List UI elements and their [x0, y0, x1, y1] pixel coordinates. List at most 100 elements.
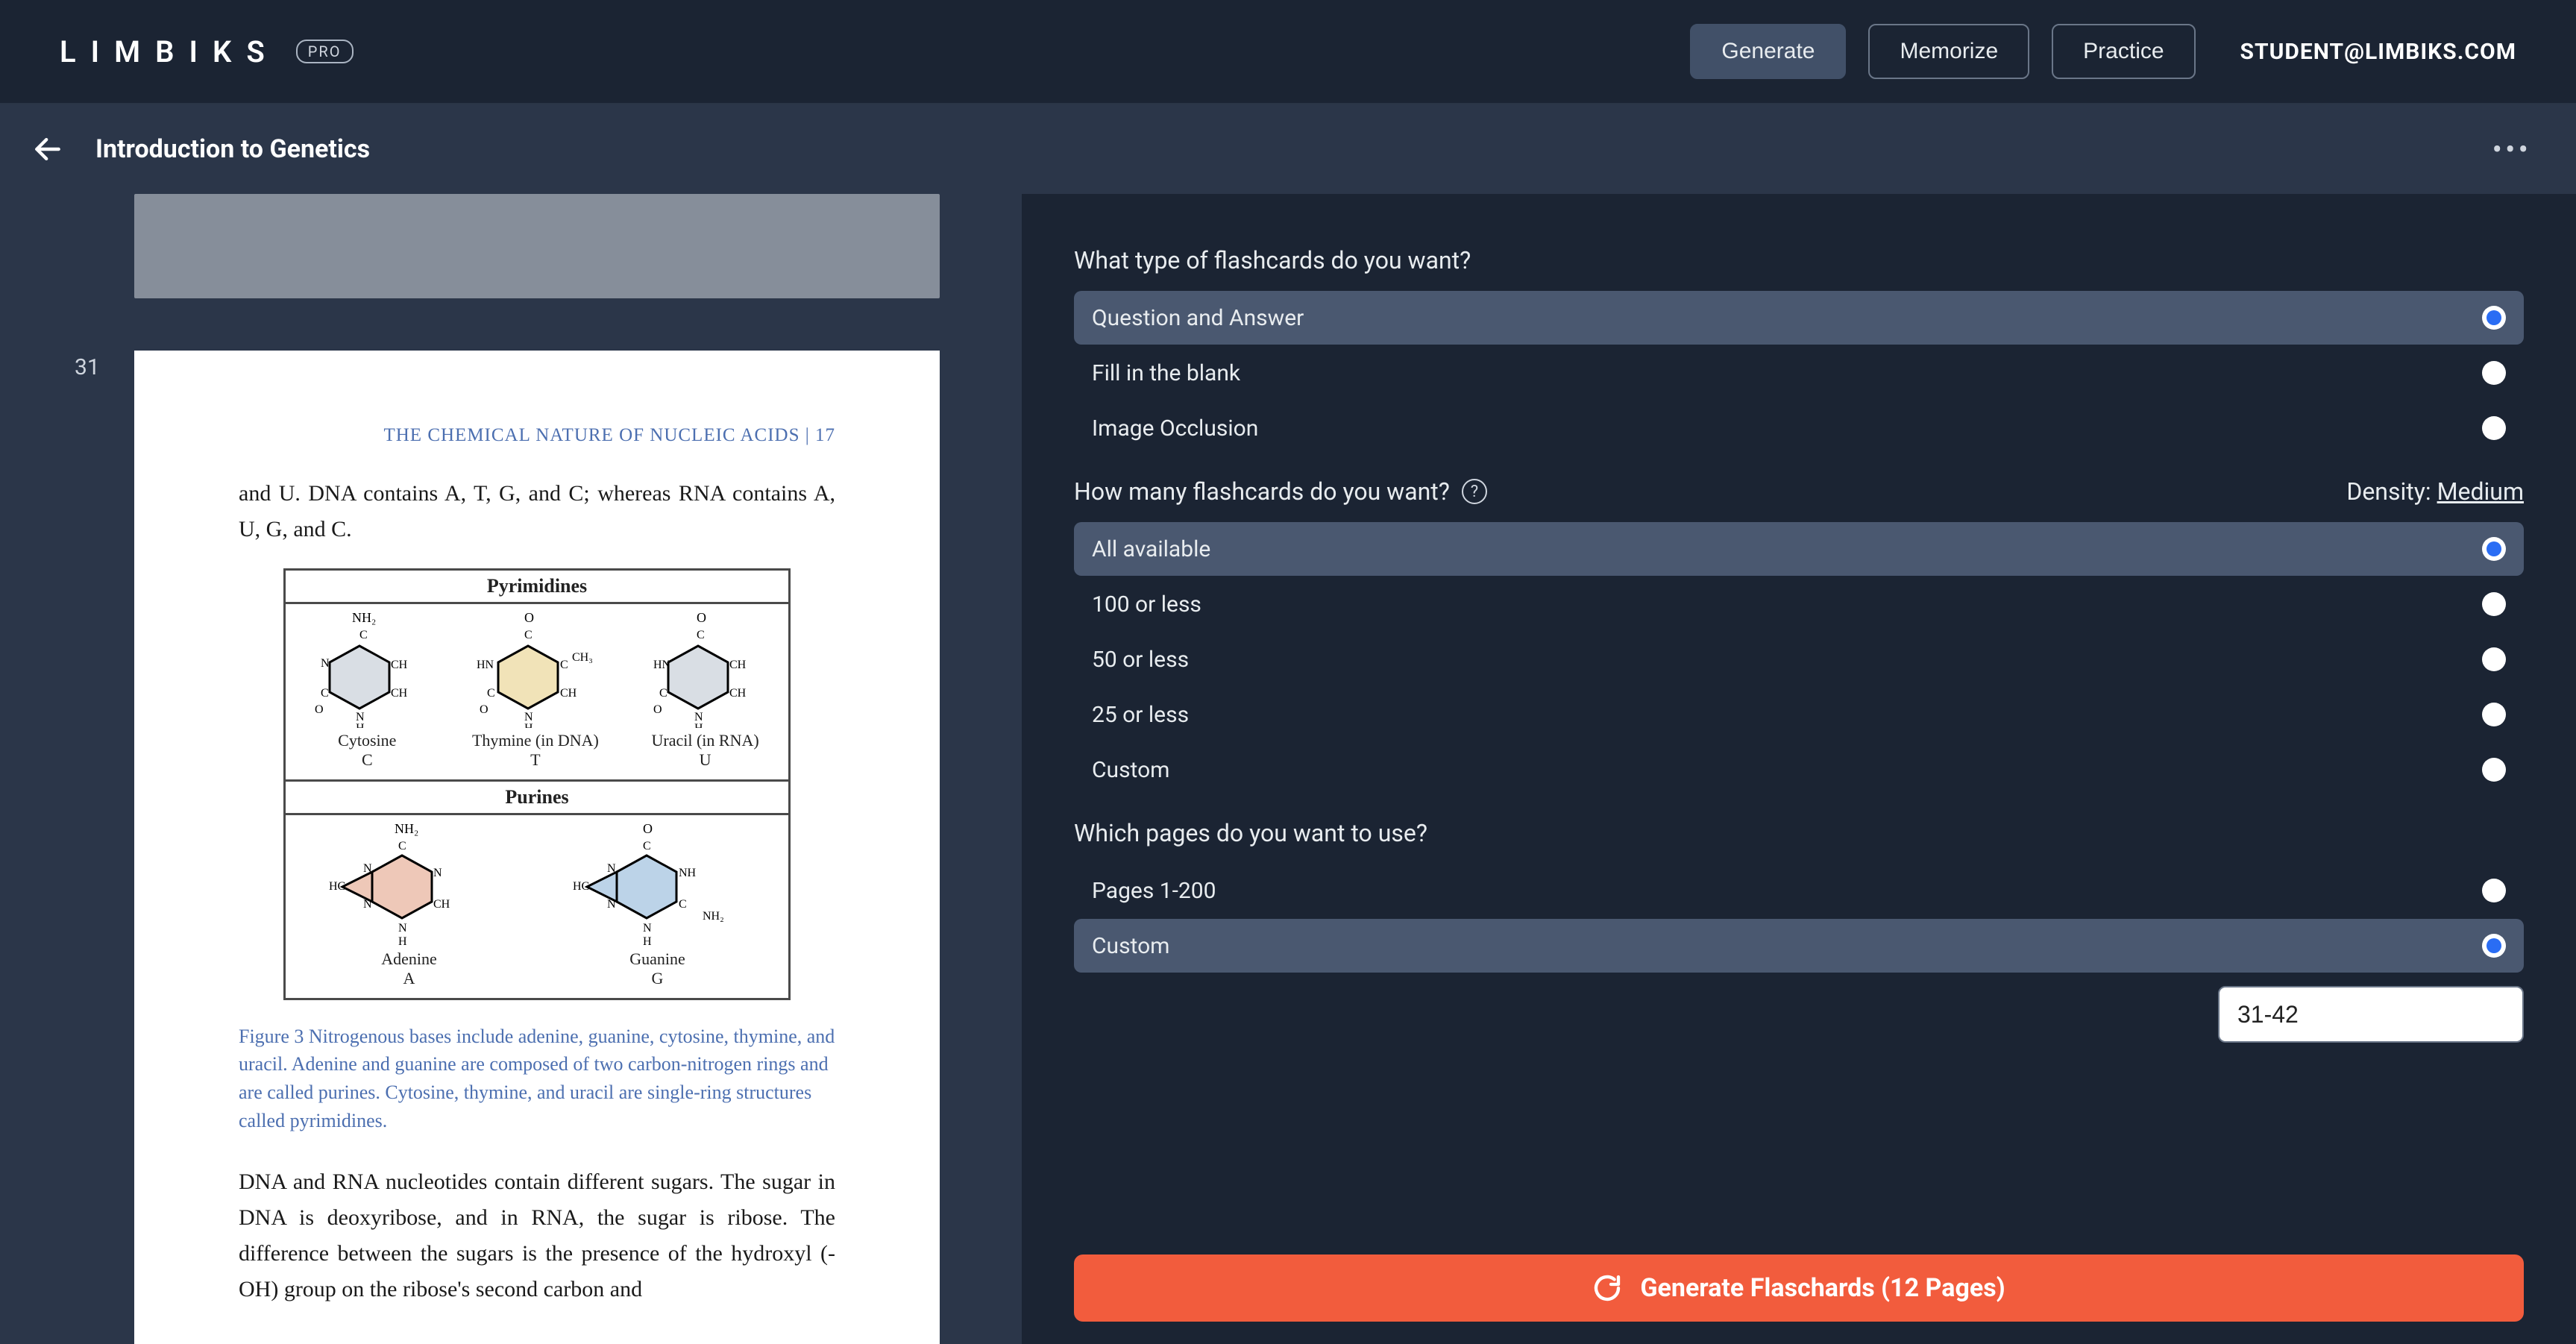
page-running-header: THE CHEMICAL NATURE OF NUCLEIC ACIDS | 1… — [239, 425, 835, 446]
figure-subtitle-pyrimidines: Pyrimidines — [286, 571, 788, 602]
option-25-or-less[interactable]: 25 or less — [1074, 688, 2524, 741]
option-25-or-less-label: 25 or less — [1092, 702, 1189, 728]
svg-text:CH₃: CH₃ — [572, 651, 593, 664]
svg-text:N: N — [321, 657, 330, 670]
svg-text:O: O — [643, 821, 653, 836]
page-number-label: 31 — [75, 354, 100, 380]
option-50-or-less[interactable]: 50 or less — [1074, 632, 2524, 686]
option-all-available[interactable]: All available — [1074, 522, 2524, 576]
page-paragraph-1: and U. DNA contains A, T, G, and C; wher… — [239, 476, 835, 547]
molecule-cytosine: NH₂ C N CH C CH O N H CytosineC — [315, 609, 419, 770]
previous-page-stub — [134, 194, 940, 298]
flashcard-type-label: What type of flashcards do you want? — [1074, 246, 2524, 274]
option-all-pages[interactable]: Pages 1-200 — [1074, 864, 2524, 917]
svg-text:H: H — [398, 935, 407, 946]
option-fill-in-blank-label: Fill in the blank — [1092, 360, 1240, 386]
cytosine-structure-icon: NH₂ C N CH C CH O N H — [315, 609, 419, 728]
help-icon[interactable]: ? — [1462, 479, 1487, 504]
svg-text:N: N — [363, 862, 372, 875]
density-indicator[interactable]: Density: Medium — [2346, 477, 2524, 506]
svg-text:HC: HC — [573, 880, 589, 893]
option-pages-custom[interactable]: Custom — [1074, 919, 2524, 973]
nav-memorize-button[interactable]: Memorize — [1868, 24, 2029, 79]
page-paragraph-2: DNA and RNA nucleotides contain differen… — [239, 1164, 835, 1307]
option-all-pages-label: Pages 1-200 — [1092, 878, 1216, 904]
guanine-symbol: G — [652, 969, 664, 987]
back-button[interactable] — [30, 131, 66, 167]
thymine-symbol: T — [530, 750, 540, 769]
radio-icon — [2482, 647, 2506, 671]
molecule-thymine: O C HN C CH₃ C CH O N H Thymine (i — [472, 609, 599, 770]
user-email[interactable]: STUDENT@LIMBIKS.COM — [2240, 39, 2516, 65]
thymine-structure-icon: O C HN C CH₃ C CH O N H — [472, 609, 599, 728]
molecule-adenine: NH₂ C N HC N N CH N H AdenineA — [327, 820, 491, 989]
flashcard-count-label: How many flashcards do you want? ? Densi… — [1074, 477, 2524, 506]
generate-flashcards-button[interactable]: Generate Flaschards (12 Pages) — [1074, 1254, 2524, 1322]
option-count-custom[interactable]: Custom — [1074, 743, 2524, 797]
pages-label: Which pages do you want to use? — [1074, 819, 2524, 847]
svg-text:C: C — [398, 840, 406, 852]
radio-icon — [2482, 592, 2506, 616]
radio-icon — [2482, 416, 2506, 440]
option-100-or-less[interactable]: 100 or less — [1074, 577, 2524, 631]
figure-nitrogenous-bases: Pyrimidines NH₂ C N CH C CH O N — [283, 568, 791, 1000]
svg-text:C: C — [487, 687, 495, 700]
radio-icon — [2482, 537, 2506, 561]
svg-text:O: O — [524, 610, 534, 625]
svg-text:H: H — [694, 722, 703, 728]
flashcard-type-group: Question and Answer Fill in the blank Im… — [1074, 291, 2524, 455]
document-preview-pane: 31 THE CHEMICAL NATURE OF NUCLEIC ACIDS … — [0, 194, 1022, 1344]
refresh-icon — [1592, 1273, 1622, 1303]
breadcrumb-bar: Introduction to Genetics ••• — [0, 104, 2576, 194]
svg-text:CH: CH — [560, 687, 577, 700]
radio-icon — [2482, 934, 2506, 958]
svg-text:H: H — [643, 935, 652, 946]
svg-text:H: H — [356, 722, 365, 728]
top-header: LIMBIKS PRO Generate Memorize Practice S… — [0, 0, 2576, 104]
svg-text:HN: HN — [653, 659, 671, 671]
cytosine-symbol: C — [362, 750, 373, 769]
svg-text:C: C — [697, 629, 705, 641]
custom-pages-input[interactable] — [2218, 986, 2524, 1043]
svg-text:C: C — [643, 840, 651, 852]
option-100-or-less-label: 100 or less — [1092, 591, 1201, 618]
pro-badge: PRO — [296, 40, 354, 63]
svg-text:CH: CH — [729, 687, 747, 700]
svg-text:C: C — [524, 629, 533, 641]
arrow-left-icon — [31, 133, 64, 166]
svg-text:N: N — [643, 922, 652, 935]
svg-text:HC: HC — [329, 880, 345, 893]
option-image-occlusion[interactable]: Image Occlusion — [1074, 401, 2524, 455]
thymine-label: Thymine (in DNA) — [472, 731, 599, 750]
radio-icon — [2482, 703, 2506, 726]
svg-text:N: N — [363, 898, 372, 911]
pages-group: Pages 1-200 Custom — [1074, 864, 2524, 1043]
nav-generate-button[interactable]: Generate — [1690, 24, 1846, 79]
svg-text:CH: CH — [433, 898, 450, 911]
svg-text:NH: NH — [679, 867, 697, 879]
nav-practice-button[interactable]: Practice — [2052, 24, 2195, 79]
figure-row-purines: NH₂ C N HC N N CH N H AdenineA — [286, 813, 788, 998]
more-menu-button[interactable]: ••• — [2478, 132, 2547, 167]
svg-text:N: N — [607, 898, 616, 911]
option-count-custom-label: Custom — [1092, 757, 1170, 783]
radio-icon — [2482, 758, 2506, 782]
option-image-occlusion-label: Image Occlusion — [1092, 415, 1258, 442]
uracil-label: Uracil (in RNA) — [651, 731, 758, 750]
svg-text:N: N — [398, 922, 407, 935]
svg-text:C: C — [659, 687, 667, 700]
molecule-uracil: O C HN CH C CH O N H Uracil (in RNA)U — [651, 609, 758, 770]
uracil-symbol: U — [700, 750, 711, 769]
figure-row-pyrimidines: NH₂ C N CH C CH O N H CytosineC — [286, 602, 788, 779]
svg-text:CH: CH — [391, 659, 408, 671]
option-50-or-less-label: 50 or less — [1092, 647, 1189, 673]
option-fill-in-blank[interactable]: Fill in the blank — [1074, 346, 2524, 400]
page-title: Introduction to Genetics — [95, 134, 370, 164]
main-split: 31 THE CHEMICAL NATURE OF NUCLEIC ACIDS … — [0, 194, 2576, 1344]
svg-text:CH: CH — [729, 659, 747, 671]
svg-text:C: C — [321, 687, 329, 700]
option-question-answer[interactable]: Question and Answer — [1074, 291, 2524, 345]
book-page[interactable]: THE CHEMICAL NATURE OF NUCLEIC ACIDS | 1… — [134, 351, 940, 1344]
svg-text:NH₂: NH₂ — [352, 610, 376, 625]
guanine-label: Guanine — [629, 949, 685, 968]
